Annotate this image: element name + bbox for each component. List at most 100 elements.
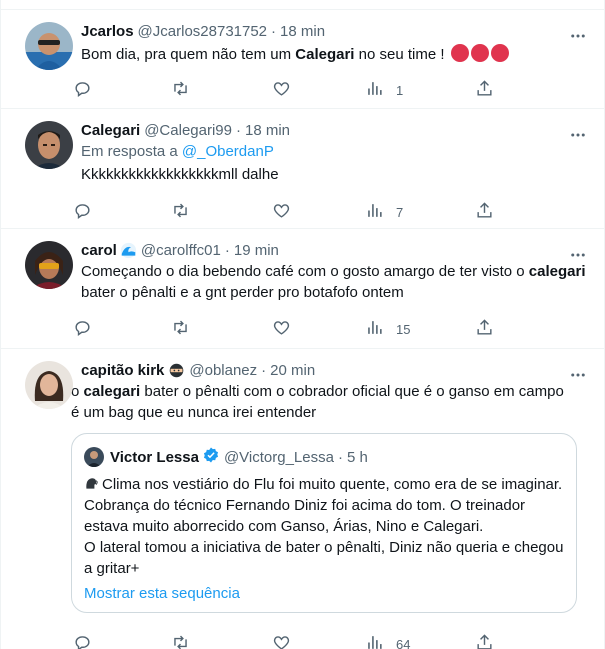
separator: · <box>235 121 241 139</box>
share-icon <box>475 633 494 649</box>
share-button[interactable] <box>475 79 494 101</box>
avatar[interactable] <box>25 121 73 169</box>
highlight-term: Calegari <box>295 46 355 63</box>
quote-author-handle: @Victorg_Lessa <box>223 448 334 466</box>
more-icon[interactable] <box>568 245 588 265</box>
views-icon <box>365 318 384 340</box>
retweet-icon <box>171 201 190 223</box>
share-icon <box>475 318 494 340</box>
reply-icon <box>73 201 92 223</box>
text-line: Clima nos vestiário do Flu foi muito que… <box>84 474 564 495</box>
author-handle[interactable]: @Calegari99 <box>144 122 232 139</box>
like-button[interactable] <box>272 318 365 340</box>
reply-button[interactable] <box>73 201 171 223</box>
reply-prefix: Em resposta a <box>81 143 182 160</box>
text-segment: Começando o dia bebendo café com o gosto… <box>81 263 529 280</box>
reply-to-link[interactable]: @_OberdanP <box>182 143 274 160</box>
reply-button[interactable] <box>73 79 171 101</box>
author-name[interactable]: capitão kirk <box>81 362 164 379</box>
share-icon <box>475 201 494 223</box>
views-count: 15 <box>396 321 411 337</box>
tweet-actions: 64 <box>73 624 503 649</box>
text-line: a gritar+ <box>84 560 140 577</box>
views-button[interactable]: 15 <box>365 318 475 340</box>
text-line: o calegari bater o pênalti com o cobrado… <box>71 381 588 402</box>
retweet-button[interactable] <box>171 201 272 223</box>
tweet-header: Jcarlos @Jcarlos28731752 · 18 min <box>81 20 588 42</box>
tweet-actions: 1 <box>73 70 503 110</box>
retweet-icon <box>171 633 190 649</box>
tweet-text: Começando o dia bebendo café com o gosto… <box>81 261 588 303</box>
like-button[interactable] <box>272 79 365 101</box>
views-button[interactable]: 7 <box>365 201 475 223</box>
like-button[interactable] <box>272 201 365 223</box>
more-icon[interactable] <box>568 26 588 46</box>
tweet-header: Calegari @Calegari99 · 18 min <box>81 119 588 141</box>
author-name[interactable]: carol <box>81 242 117 259</box>
author-handle[interactable]: @carolffc01 <box>141 242 221 259</box>
author-handle[interactable]: @Jcarlos28731752 <box>138 23 267 40</box>
angry-face-emoji <box>490 44 509 62</box>
timestamp[interactable]: 18 min <box>280 23 325 40</box>
tweet-actions: 7 <box>73 192 503 232</box>
share-button[interactable] <box>475 318 494 340</box>
text-line: O lateral tomou a iniciativa de bater o … <box>84 539 564 556</box>
quote-author-name: Victor Lessa <box>110 448 199 466</box>
text-segment: bater o pênalti com o cobrador oficial q… <box>140 383 564 400</box>
text-segment: Bom dia, pra quem não tem um <box>81 46 296 63</box>
more-icon[interactable] <box>568 125 588 145</box>
timeline: Jcarlos @Jcarlos28731752 · 18 min Bom di… <box>0 0 605 649</box>
more-icon[interactable] <box>568 365 588 385</box>
tweet-actions: 15 <box>73 309 503 349</box>
tweet[interactable]: carol @carolffc01 · 19 min Começando o d… <box>1 229 604 349</box>
heart-icon <box>272 633 291 649</box>
angry-face-emoji <box>450 44 469 62</box>
retweet-button[interactable] <box>171 79 272 101</box>
reply-icon <box>73 633 92 649</box>
text-line: Cobrança do técnico Fernando Diniz foi a… <box>84 497 526 514</box>
views-icon <box>365 633 384 649</box>
views-icon <box>365 201 384 223</box>
text-line: é um bag que eu nunca irei entender <box>71 404 317 421</box>
show-thread-link[interactable]: Mostrar esta sequência <box>84 585 564 602</box>
views-button[interactable]: 64 <box>365 633 475 649</box>
tweet-text: Kkkkkkkkkkkkkkkkkkmll dalhe <box>81 166 279 183</box>
text-segment: Clima nos vestiário do Flu foi muito que… <box>102 476 563 493</box>
retweet-icon <box>171 79 190 101</box>
reply-button[interactable] <box>73 318 171 340</box>
timestamp[interactable]: 19 min <box>234 242 279 259</box>
separator: · <box>337 448 343 466</box>
text-line: Começando o dia bebendo café com o gosto… <box>81 261 588 282</box>
timestamp[interactable]: 18 min <box>245 122 290 139</box>
retweet-button[interactable] <box>171 633 272 649</box>
avatar[interactable] <box>25 22 73 70</box>
avatar[interactable] <box>25 361 73 409</box>
views-count: 64 <box>396 636 411 649</box>
retweet-button[interactable] <box>171 318 272 340</box>
like-button[interactable] <box>272 633 365 649</box>
tweet[interactable]: Calegari @Calegari99 · 18 min Em respost… <box>1 109 604 229</box>
text-line: bater o pênalti e a gnt perder pro botaf… <box>81 284 404 301</box>
retweet-icon <box>171 318 190 340</box>
highlight-term: calegari <box>83 383 141 400</box>
share-button[interactable] <box>475 633 494 649</box>
heart-icon <box>272 79 291 101</box>
timestamp[interactable]: 20 min <box>270 362 315 379</box>
views-button[interactable]: 1 <box>365 79 475 101</box>
share-button[interactable] <box>475 201 494 223</box>
avatar[interactable] <box>25 241 73 289</box>
tweet[interactable]: Jcarlos @Jcarlos28731752 · 18 min Bom di… <box>1 10 604 109</box>
reply-button[interactable] <box>73 633 171 649</box>
tweet-header: carol @carolffc01 · 19 min <box>81 239 588 261</box>
quote-text: Clima nos vestiário do Flu foi muito que… <box>84 474 564 579</box>
author-name[interactable]: Jcarlos <box>81 23 134 40</box>
reply-context: Em resposta a @_OberdanP <box>81 141 588 162</box>
quoted-tweet[interactable]: Victor Lessa @Victorg_Lessa · 5 h Clima … <box>71 433 577 613</box>
separator: · <box>224 241 230 259</box>
separator: · <box>261 361 267 379</box>
text-segment: no seu time ! <box>354 46 449 63</box>
author-name[interactable]: Calegari <box>81 122 140 139</box>
tweet[interactable]: capitão kirk @oblanez · 20 min o calegar… <box>1 349 604 649</box>
author-handle[interactable]: @oblanez <box>189 362 257 379</box>
top-divider <box>1 0 604 10</box>
